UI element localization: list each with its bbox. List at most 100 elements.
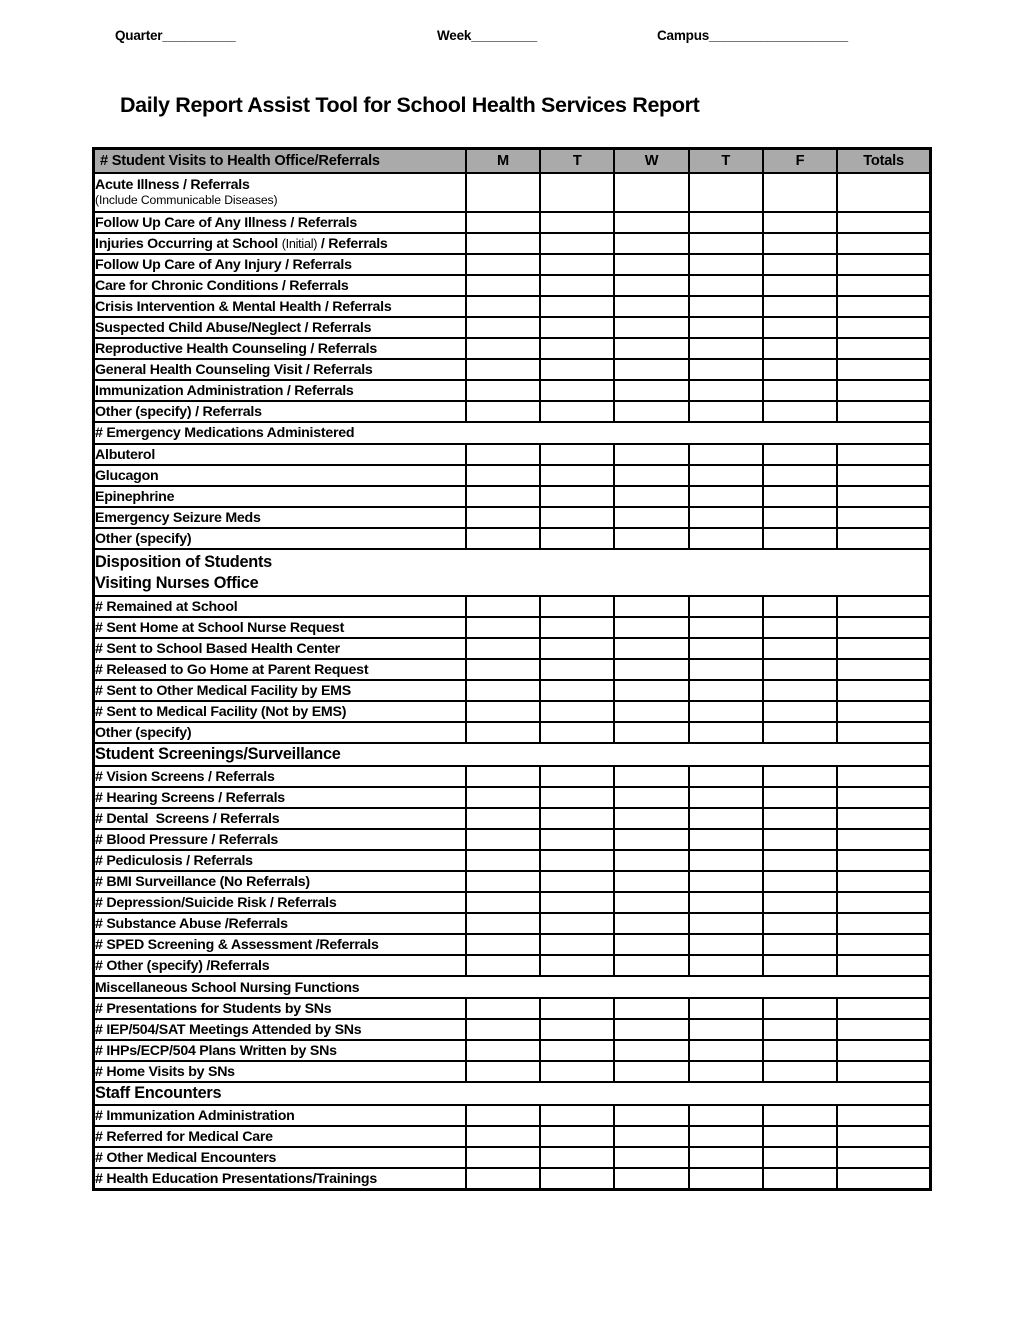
row-depression-suicide-risk-referrals-cell-m-0[interactable] bbox=[464, 891, 542, 914]
row-acute-illness-referrals-cell-t-3[interactable] bbox=[687, 172, 764, 213]
row-suspected-child-abuse-neglect-referrals-cell-w-2[interactable] bbox=[613, 316, 690, 339]
row-other-medical-encounters-cell-w-2[interactable] bbox=[613, 1146, 690, 1169]
campus-field-label[interactable]: Campus___________________ bbox=[657, 28, 848, 43]
row-health-education-presentations-trainings-cell-w-2[interactable] bbox=[613, 1167, 690, 1191]
row-acute-illness-referrals-cell-w-2[interactable] bbox=[613, 172, 690, 213]
row-presentations-for-students-by-sns-cell-w-2[interactable] bbox=[613, 997, 690, 1020]
row-injuries-occurring-at-school-referrals-cell-totals[interactable] bbox=[836, 232, 932, 255]
row-suspected-child-abuse-neglect-referrals-cell-t-3[interactable] bbox=[687, 316, 764, 339]
row-suspected-child-abuse-neglect-referrals-cell-totals[interactable] bbox=[836, 316, 932, 339]
row-epinephrine-cell-totals[interactable] bbox=[836, 485, 932, 508]
row-pediculosis-referrals-cell-t-3[interactable] bbox=[687, 849, 764, 872]
row-immunization-administration-referrals-cell-totals[interactable] bbox=[836, 379, 932, 402]
row-substance-abuse-referrals-cell-totals[interactable] bbox=[836, 912, 932, 935]
row-general-health-counseling-visit-referrals-cell-t-3[interactable] bbox=[687, 358, 764, 381]
row-dental-screens-referrals-cell-f-4[interactable] bbox=[761, 807, 839, 830]
row-sent-to-school-based-health-center-cell-t-1[interactable] bbox=[539, 637, 616, 660]
row-ihps-ecp-504-plans-written-by-sns-cell-t-3[interactable] bbox=[687, 1039, 764, 1062]
row-sent-to-school-based-health-center-cell-w-2[interactable] bbox=[613, 637, 690, 660]
row-sent-to-medical-facility-not-by-ems-cell-m-0[interactable] bbox=[464, 700, 542, 723]
row-hearing-screens-referrals-cell-m-0[interactable] bbox=[464, 786, 542, 809]
row-suspected-child-abuse-neglect-referrals-cell-m-0[interactable] bbox=[464, 316, 542, 339]
row-other-specify-cell-totals[interactable] bbox=[836, 721, 932, 744]
row-other-medical-encounters-cell-f-4[interactable] bbox=[761, 1146, 839, 1169]
row-acute-illness-referrals-cell-t-1[interactable] bbox=[539, 172, 616, 213]
row-glucagon-cell-m-0[interactable] bbox=[464, 464, 542, 487]
row-other-specify-referrals-cell-t-3[interactable] bbox=[687, 954, 764, 977]
row-home-visits-by-sns-cell-t-3[interactable] bbox=[687, 1060, 764, 1083]
row-other-specify-cell-w-2[interactable] bbox=[613, 721, 690, 744]
row-vision-screens-referrals-cell-m-0[interactable] bbox=[464, 765, 542, 788]
row-sent-to-other-medical-facility-by-ems-cell-t-3[interactable] bbox=[687, 679, 764, 702]
row-other-specify-cell-t-1[interactable] bbox=[539, 527, 616, 550]
row-blood-pressure-referrals-cell-f-4[interactable] bbox=[761, 828, 839, 851]
row-sent-to-other-medical-facility-by-ems-cell-totals[interactable] bbox=[836, 679, 932, 702]
row-general-health-counseling-visit-referrals-cell-m-0[interactable] bbox=[464, 358, 542, 381]
row-sped-screening-assessment-referrals-cell-w-2[interactable] bbox=[613, 933, 690, 956]
row-blood-pressure-referrals-cell-t-1[interactable] bbox=[539, 828, 616, 851]
row-follow-up-care-of-any-injury-referrals-cell-totals[interactable] bbox=[836, 253, 932, 276]
row-other-specify-cell-f-4[interactable] bbox=[761, 721, 839, 744]
row-glucagon-cell-f-4[interactable] bbox=[761, 464, 839, 487]
row-sent-home-at-school-nurse-request-cell-t-1[interactable] bbox=[539, 616, 616, 639]
row-hearing-screens-referrals-cell-t-1[interactable] bbox=[539, 786, 616, 809]
row-immunization-administration-cell-f-4[interactable] bbox=[761, 1104, 839, 1127]
row-immunization-administration-referrals-cell-m-0[interactable] bbox=[464, 379, 542, 402]
row-other-specify-cell-t-3[interactable] bbox=[687, 527, 764, 550]
row-bmi-surveillance-no-referrals-cell-f-4[interactable] bbox=[761, 870, 839, 893]
row-emergency-seizure-meds-cell-totals[interactable] bbox=[836, 506, 932, 529]
row-sent-to-medical-facility-not-by-ems-cell-totals[interactable] bbox=[836, 700, 932, 723]
row-remained-at-school-cell-t-1[interactable] bbox=[539, 595, 616, 618]
row-home-visits-by-sns-cell-m-0[interactable] bbox=[464, 1060, 542, 1083]
row-sent-home-at-school-nurse-request-cell-totals[interactable] bbox=[836, 616, 932, 639]
row-reproductive-health-counseling-referrals-cell-f-4[interactable] bbox=[761, 337, 839, 360]
row-released-to-go-home-at-parent-request-cell-t-3[interactable] bbox=[687, 658, 764, 681]
row-dental-screens-referrals-cell-t-1[interactable] bbox=[539, 807, 616, 830]
row-substance-abuse-referrals-cell-m-0[interactable] bbox=[464, 912, 542, 935]
row-depression-suicide-risk-referrals-cell-t-1[interactable] bbox=[539, 891, 616, 914]
row-bmi-surveillance-no-referrals-cell-t-1[interactable] bbox=[539, 870, 616, 893]
row-other-specify-cell-f-4[interactable] bbox=[761, 527, 839, 550]
row-health-education-presentations-trainings-cell-t-1[interactable] bbox=[539, 1167, 616, 1191]
row-follow-up-care-of-any-illness-referrals-cell-totals[interactable] bbox=[836, 211, 932, 234]
row-sped-screening-assessment-referrals-cell-totals[interactable] bbox=[836, 933, 932, 956]
row-other-specify-cell-m-0[interactable] bbox=[464, 721, 542, 744]
row-epinephrine-cell-w-2[interactable] bbox=[613, 485, 690, 508]
row-sent-home-at-school-nurse-request-cell-t-3[interactable] bbox=[687, 616, 764, 639]
row-hearing-screens-referrals-cell-f-4[interactable] bbox=[761, 786, 839, 809]
row-crisis-intervention-mental-health-referrals-cell-f-4[interactable] bbox=[761, 295, 839, 318]
row-sent-to-school-based-health-center-cell-m-0[interactable] bbox=[464, 637, 542, 660]
row-sent-home-at-school-nurse-request-cell-f-4[interactable] bbox=[761, 616, 839, 639]
row-care-for-chronic-conditions-referrals-cell-f-4[interactable] bbox=[761, 274, 839, 297]
row-bmi-surveillance-no-referrals-cell-m-0[interactable] bbox=[464, 870, 542, 893]
row-presentations-for-students-by-sns-cell-f-4[interactable] bbox=[761, 997, 839, 1020]
row-injuries-occurring-at-school-referrals-cell-w-2[interactable] bbox=[613, 232, 690, 255]
row-home-visits-by-sns-cell-t-1[interactable] bbox=[539, 1060, 616, 1083]
row-suspected-child-abuse-neglect-referrals-cell-f-4[interactable] bbox=[761, 316, 839, 339]
row-presentations-for-students-by-sns-cell-t-3[interactable] bbox=[687, 997, 764, 1020]
row-other-specify-cell-w-2[interactable] bbox=[613, 527, 690, 550]
row-pediculosis-referrals-cell-t-1[interactable] bbox=[539, 849, 616, 872]
row-home-visits-by-sns-cell-totals[interactable] bbox=[836, 1060, 932, 1083]
row-emergency-seizure-meds-cell-w-2[interactable] bbox=[613, 506, 690, 529]
row-hearing-screens-referrals-cell-w-2[interactable] bbox=[613, 786, 690, 809]
row-blood-pressure-referrals-cell-t-3[interactable] bbox=[687, 828, 764, 851]
row-general-health-counseling-visit-referrals-cell-w-2[interactable] bbox=[613, 358, 690, 381]
row-injuries-occurring-at-school-referrals-cell-t-1[interactable] bbox=[539, 232, 616, 255]
row-sent-to-medical-facility-not-by-ems-cell-t-3[interactable] bbox=[687, 700, 764, 723]
row-epinephrine-cell-f-4[interactable] bbox=[761, 485, 839, 508]
row-injuries-occurring-at-school-referrals-cell-m-0[interactable] bbox=[464, 232, 542, 255]
row-immunization-administration-referrals-cell-w-2[interactable] bbox=[613, 379, 690, 402]
row-other-specify-cell-m-0[interactable] bbox=[464, 527, 542, 550]
row-health-education-presentations-trainings-cell-f-4[interactable] bbox=[761, 1167, 839, 1191]
row-referred-for-medical-care-cell-f-4[interactable] bbox=[761, 1125, 839, 1148]
row-crisis-intervention-mental-health-referrals-cell-t-3[interactable] bbox=[687, 295, 764, 318]
row-epinephrine-cell-t-1[interactable] bbox=[539, 485, 616, 508]
row-released-to-go-home-at-parent-request-cell-t-1[interactable] bbox=[539, 658, 616, 681]
row-follow-up-care-of-any-injury-referrals-cell-f-4[interactable] bbox=[761, 253, 839, 276]
row-other-medical-encounters-cell-totals[interactable] bbox=[836, 1146, 932, 1169]
row-acute-illness-referrals-cell-f-4[interactable] bbox=[761, 172, 839, 213]
week-field-label[interactable]: Week_________ bbox=[437, 28, 537, 43]
row-follow-up-care-of-any-illness-referrals-cell-m-0[interactable] bbox=[464, 211, 542, 234]
row-emergency-seizure-meds-cell-t-1[interactable] bbox=[539, 506, 616, 529]
